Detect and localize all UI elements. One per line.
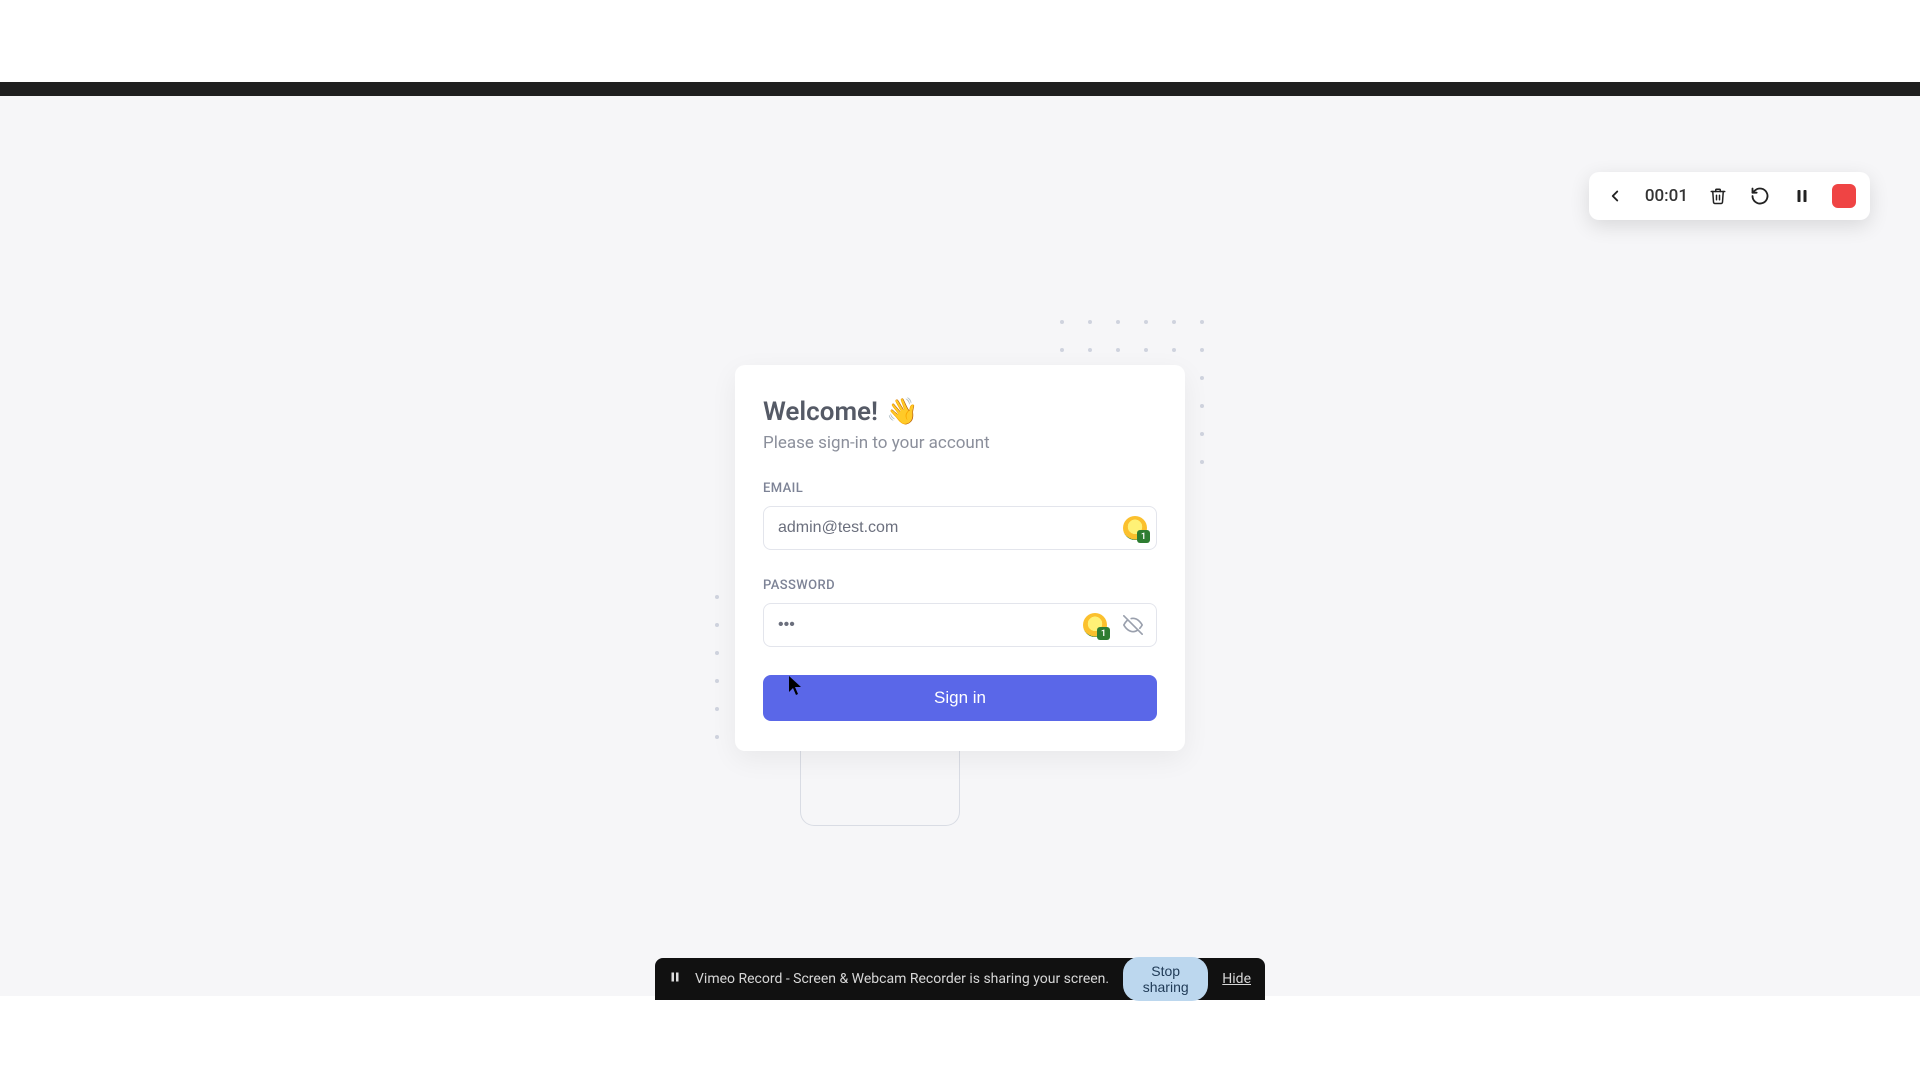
password-manager-badge-password[interactable]: 1 [1081,611,1109,639]
chevron-left-icon [1606,187,1624,205]
password-manager-count: 1 [1097,627,1110,640]
recorder-toolbar: 00:01 [1589,172,1870,220]
sign-in-button[interactable]: Sign in [763,675,1157,721]
welcome-subtitle: Please sign-in to your account [763,433,1157,453]
share-pause-button[interactable] [669,970,681,988]
password-field-wrap: 1 [763,603,1157,647]
mouse-cursor-icon [789,676,803,696]
pause-icon [669,970,681,984]
eye-off-icon [1123,615,1143,635]
recorder-delete-button[interactable] [1702,180,1734,212]
pause-icon [1793,187,1811,205]
recorder-back-button[interactable] [1599,180,1631,212]
restart-icon [1750,186,1770,206]
password-manager-badge-email[interactable]: 1 [1121,514,1149,542]
email-label: EMAIL [763,481,1157,496]
top-dark-strip [0,82,1920,96]
share-status-text: Vimeo Record - Screen & Webcam Recorder … [695,971,1109,987]
password-label: PASSWORD [763,578,1157,593]
email-field-wrap: 1 [763,506,1157,550]
toggle-password-visibility[interactable] [1121,613,1145,637]
recorder-pause-button[interactable] [1786,180,1818,212]
recorder-restart-button[interactable] [1744,180,1776,212]
record-stop-icon [1832,184,1856,208]
decorative-outline-box [800,740,960,826]
recorder-elapsed-time: 00:01 [1641,186,1692,206]
password-manager-icon: 1 [1123,516,1147,540]
welcome-heading: Welcome! 👋 [763,397,1157,427]
wave-emoji-icon: 👋 [886,397,918,427]
stop-sharing-button[interactable]: Stop sharing [1123,957,1208,1001]
password-manager-icon: 1 [1083,613,1107,637]
trash-icon [1709,187,1727,205]
hide-share-bar-link[interactable]: Hide [1222,971,1251,987]
password-manager-count: 1 [1137,530,1150,543]
welcome-text: Welcome! [763,397,878,427]
screen-share-bar: Vimeo Record - Screen & Webcam Recorder … [655,958,1265,1000]
recorder-stop-button[interactable] [1828,180,1860,212]
email-input[interactable] [763,506,1157,550]
